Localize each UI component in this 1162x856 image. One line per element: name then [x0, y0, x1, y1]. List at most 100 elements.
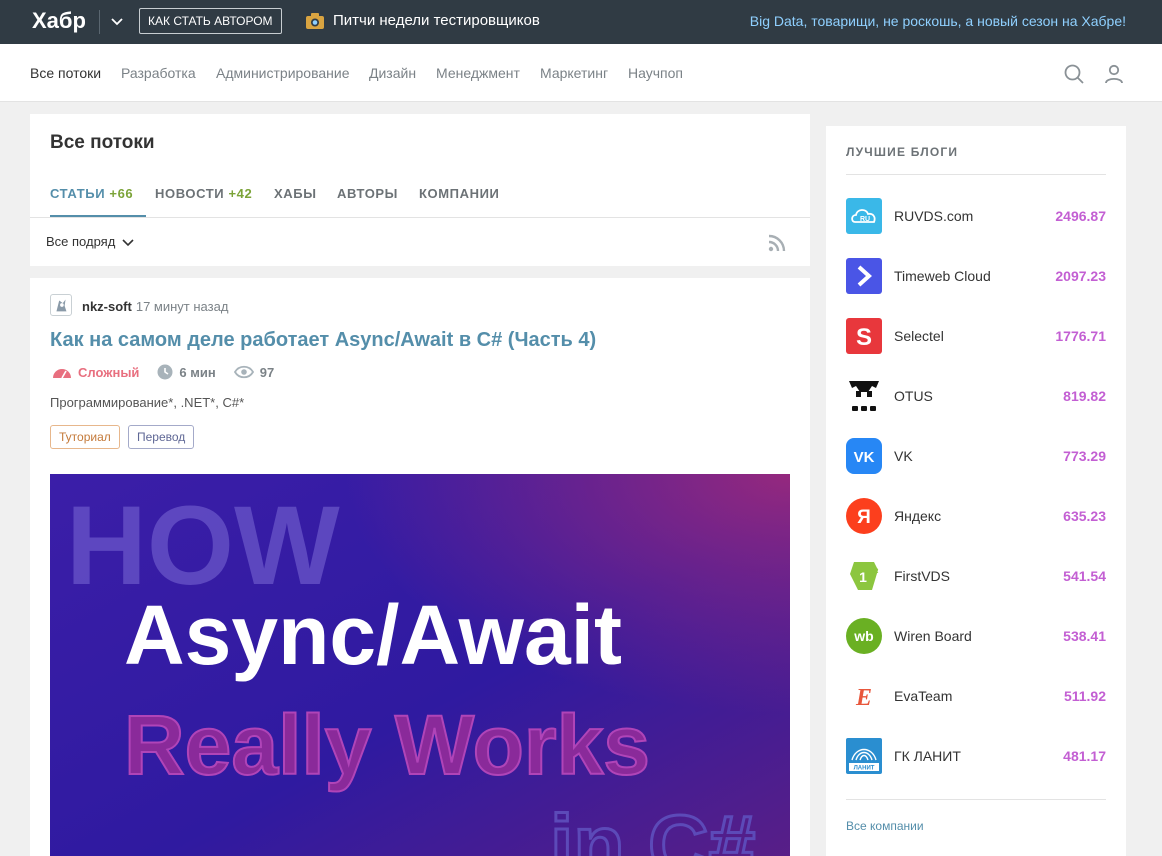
- lanit-logo-icon: ЛАНИТ: [846, 738, 882, 774]
- nav-item-admin[interactable]: Администрирование: [216, 65, 350, 81]
- become-author-button[interactable]: КАК СТАТЬ АВТОРОМ: [139, 8, 282, 34]
- hub-link[interactable]: Программирование*: [50, 395, 173, 410]
- views: 97: [233, 364, 275, 380]
- vk-logo-icon: VK: [846, 438, 882, 474]
- all-companies-link[interactable]: Все компании: [846, 819, 924, 833]
- otus-logo-icon: [849, 381, 879, 411]
- svg-text:VK: VK: [854, 449, 875, 466]
- best-blogs-sidebar: ЛУЧШИЕ БЛОГИ RU RUVDS.com 2496.87 Timewe…: [826, 126, 1126, 856]
- sidebar-title: ЛУЧШИЕ БЛОГИ: [846, 145, 959, 159]
- tab-count: +42: [228, 186, 253, 201]
- divider: [846, 799, 1106, 800]
- reading-time: 6 мин: [157, 364, 216, 380]
- blog-rating: 538.41: [1063, 628, 1106, 644]
- publish-time: 17 минут назад: [135, 299, 229, 314]
- blog-name: VK: [894, 448, 913, 464]
- svg-text:RU: RU: [860, 216, 870, 223]
- label-translation[interactable]: Перевод: [128, 425, 195, 449]
- svg-text:wb: wb: [853, 628, 873, 644]
- promo-link[interactable]: Питчи недели тестировщиков: [333, 12, 540, 29]
- header-banner-link[interactable]: Big Data, товарищи, не роскошь, а новый …: [750, 13, 1126, 29]
- cover-text-really: Really Works: [124, 698, 650, 792]
- user-icon[interactable]: [1102, 62, 1126, 86]
- chevron-down-icon[interactable]: [108, 12, 126, 30]
- blog-name: RUVDS.com: [894, 208, 974, 224]
- svg-text:Я: Я: [857, 507, 871, 528]
- divider: [30, 217, 810, 218]
- firstvds-logo-icon: 1 st: [850, 562, 879, 590]
- label-tutorial[interactable]: Туториал: [50, 425, 120, 449]
- clock-icon: [157, 364, 173, 380]
- blog-item[interactable]: S Selectel 1776.71: [846, 318, 1106, 354]
- blog-name: Wiren Board: [894, 628, 972, 644]
- svg-text:E: E: [855, 685, 872, 711]
- tab-hubs[interactable]: ХАБЫ: [274, 186, 317, 201]
- blog-item[interactable]: ЛАНИТ ГК ЛАНИТ 481.17: [846, 738, 1106, 774]
- tab-count: +66: [109, 186, 134, 201]
- difficulty-gauge-icon: [53, 369, 71, 379]
- cover-text-async: Async/Await: [124, 588, 622, 682]
- blog-rating: 541.54: [1063, 568, 1106, 584]
- blog-rating: 773.29: [1063, 448, 1106, 464]
- hub-link[interactable]: C#*: [222, 395, 244, 410]
- tab-companies[interactable]: КОМПАНИИ: [419, 186, 499, 201]
- tab-news[interactable]: НОВОСТИ +42: [155, 186, 252, 201]
- blog-name: OTUS: [894, 388, 933, 404]
- svg-text:ЛАНИТ: ЛАНИТ: [854, 766, 875, 772]
- article-cover-image[interactable]: HOW Async/Await Really Works in C#: [50, 474, 790, 856]
- nav-item-management[interactable]: Менеджмент: [436, 65, 520, 81]
- article-card: nkz-soft 17 минут назад Как на самом деле…: [30, 278, 810, 856]
- blog-rating: 1776.71: [1055, 328, 1106, 344]
- blog-item[interactable]: 1 st FirstVDS 541.54: [846, 558, 1106, 594]
- blog-item[interactable]: VK VK 773.29: [846, 438, 1106, 474]
- svg-text:1: 1: [859, 569, 867, 585]
- blog-item[interactable]: Timeweb Cloud 2097.23: [846, 258, 1106, 294]
- blog-item[interactable]: OTUS 819.82: [846, 378, 1106, 414]
- blog-rating: 635.23: [1063, 508, 1106, 524]
- author-avatar[interactable]: [50, 294, 72, 316]
- blog-item[interactable]: Я Яндекс 635.23: [846, 498, 1106, 534]
- nav-item-design[interactable]: Дизайн: [369, 65, 416, 81]
- cover-text-inc: in C#: [550, 798, 755, 856]
- article-title[interactable]: Как на самом деле работает Async/Await в…: [50, 328, 790, 352]
- nav-item-all[interactable]: Все потоки: [30, 65, 101, 81]
- timeweb-logo-icon: [846, 258, 882, 294]
- hub-link[interactable]: .NET*: [181, 395, 216, 410]
- page-title: Все потоки: [50, 132, 155, 153]
- camera-icon: [306, 13, 324, 29]
- flows-nav: Все потоки Разработка Администрирование …: [0, 44, 1162, 102]
- blog-item[interactable]: wb Wiren Board 538.41: [846, 618, 1106, 654]
- article-hubs: Программирование*, .NET*, C#*: [50, 395, 245, 410]
- blog-rating: 2097.23: [1055, 268, 1106, 284]
- nav-item-marketing[interactable]: Маркетинг: [540, 65, 608, 81]
- filter-label: Все подряд: [46, 234, 116, 249]
- blog-name: EvaTeam: [894, 688, 953, 704]
- blog-name: Timeweb Cloud: [894, 268, 991, 284]
- views-count: 97: [259, 364, 275, 380]
- tab-authors[interactable]: АВТОРЫ: [337, 186, 398, 201]
- wirenboard-logo-icon: wb: [846, 618, 882, 654]
- nav-item-develop[interactable]: Разработка: [121, 65, 196, 81]
- habr-logo[interactable]: Хабр: [32, 8, 86, 34]
- svg-text:S: S: [856, 324, 872, 351]
- blog-item[interactable]: RU RUVDS.com 2496.87: [846, 198, 1106, 234]
- nav-item-popsci[interactable]: Научпоп: [628, 65, 683, 81]
- svg-text:st: st: [872, 568, 879, 575]
- author-name[interactable]: nkz-soft: [82, 299, 132, 314]
- divider: [846, 174, 1106, 175]
- blog-name: ГК ЛАНИТ: [894, 748, 961, 764]
- tab-articles[interactable]: СТАТЬИ +66: [50, 186, 133, 201]
- search-icon[interactable]: [1062, 62, 1086, 86]
- blog-item[interactable]: E EvaTeam 511.92: [846, 678, 1106, 714]
- chevron-down-icon: [122, 238, 134, 246]
- article-meta: Сложный 6 мин 97: [52, 364, 292, 380]
- blog-rating: 481.17: [1063, 748, 1106, 764]
- blog-name: Selectel: [894, 328, 944, 344]
- reading-time-value: 6 мин: [179, 364, 216, 380]
- rss-icon[interactable]: [767, 233, 787, 253]
- page-header-panel: Все потоки СТАТЬИ +66 НОВОСТИ +42 ХАБЫ А…: [30, 114, 810, 266]
- selectel-logo-icon: S: [846, 318, 882, 354]
- filter-dropdown[interactable]: Все подряд: [46, 234, 135, 249]
- blog-rating: 511.92: [1063, 688, 1106, 704]
- cover-graphic: HOW Async/Await Really Works in C#: [50, 474, 790, 856]
